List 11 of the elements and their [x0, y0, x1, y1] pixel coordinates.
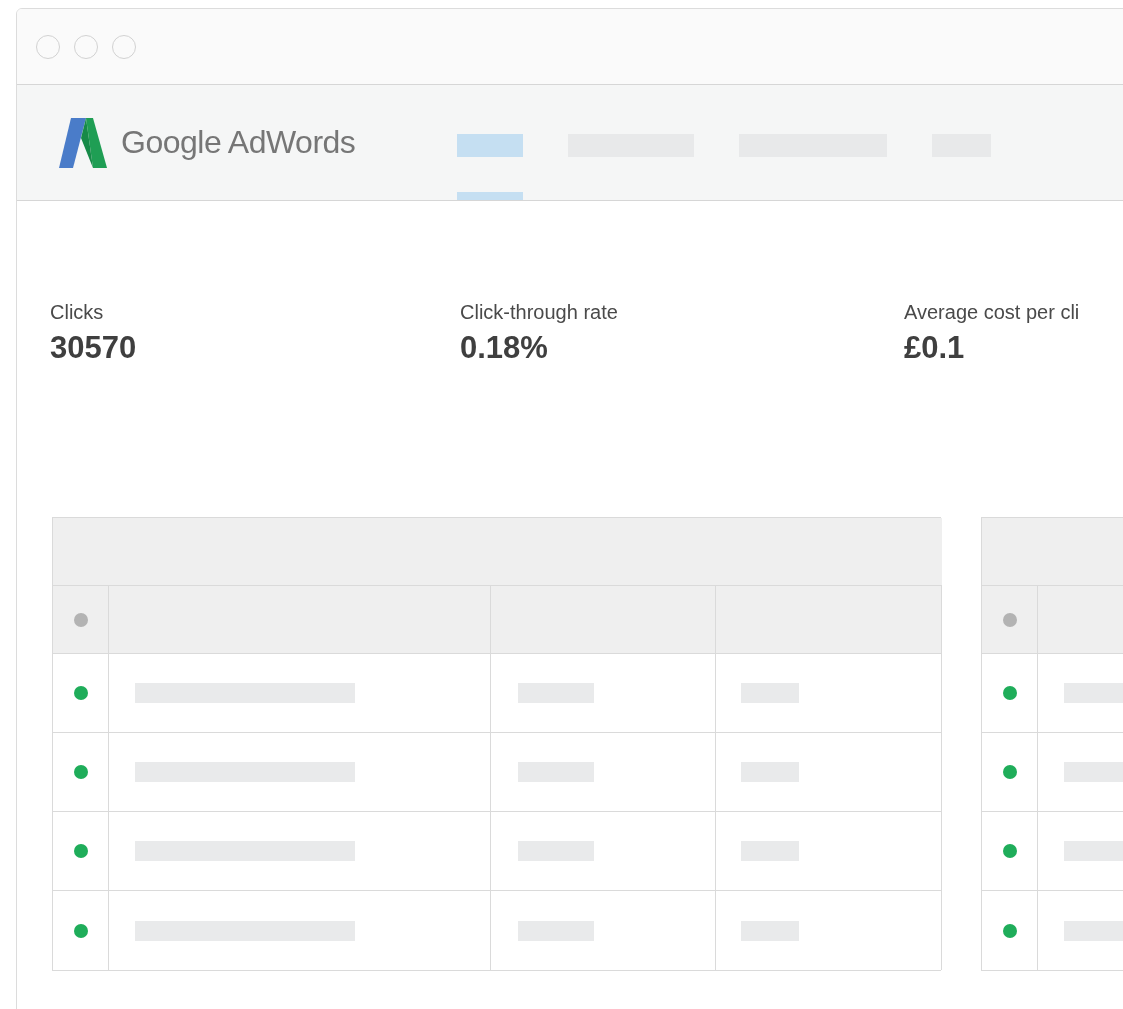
logo-icon [59, 117, 107, 168]
window-control-button[interactable] [36, 34, 60, 59]
brand-name: Google AdWords [121, 124, 356, 161]
window-control-button[interactable] [112, 34, 136, 59]
metric-label: Average cost per cli [904, 301, 1081, 324]
metric-value: £0.1 [904, 330, 966, 366]
metric-value: 30570 [50, 330, 138, 366]
metric-label: Clicks [50, 301, 105, 324]
metric-value: 0.18% [460, 330, 549, 366]
window-control-button[interactable] [74, 34, 98, 59]
metric-label: Click-through rate [460, 301, 619, 324]
